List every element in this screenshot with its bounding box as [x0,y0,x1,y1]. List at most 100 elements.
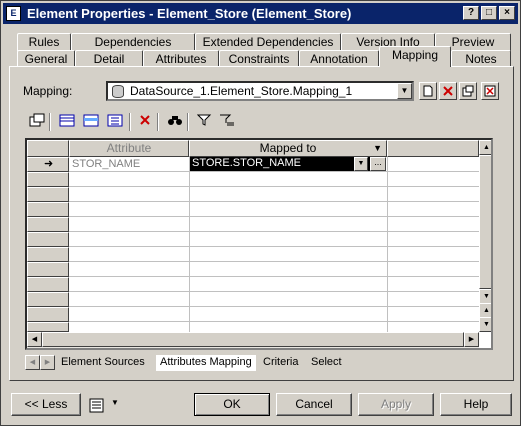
grid-line [69,321,479,322]
maximize-button[interactable]: □ [481,6,497,20]
mapped-to-cell: STORE.STOR_NAME [192,157,302,169]
grid-line [69,306,479,307]
title-bar[interactable]: E Element Properties - Element_Store (El… [3,3,518,24]
cancel-button[interactable]: Cancel [276,393,352,416]
properties-icon [462,85,474,97]
mapped-to-cell-editor[interactable]: STORE.STOR_NAME ▼ ... [190,157,386,171]
apply-button[interactable]: Apply [358,393,434,416]
toolbar-separator [49,113,51,131]
add-attributes-button[interactable] [105,113,125,131]
row-header[interactable] [27,172,69,187]
grid-line [69,246,479,247]
clear-filter-button[interactable] [217,113,237,131]
subtab-strip: ◀ ▶ Element Sources Attributes Mapping C… [25,355,493,371]
mapping-wizard-icon [484,85,496,97]
grid-line [69,216,479,217]
scroll-up-icon[interactable]: ▲ [479,140,491,155]
attribute-cell[interactable]: STOR_NAME [72,158,140,170]
subtab-scroll-left-icon[interactable]: ◀ [25,355,40,370]
binoculars-icon [168,116,182,125]
new-document-icon [423,85,433,97]
scroll-right-icon[interactable]: ▶ [464,332,479,347]
filter-button[interactable] [195,113,215,131]
delete-icon [140,115,150,125]
scroll-left-icon[interactable]: ◀ [27,332,42,347]
close-button[interactable]: × [499,6,515,20]
column-header-mapped-to[interactable]: Mapped to ▼ [189,140,387,157]
grid-corner [27,140,69,157]
scroll-down-disabled-icon: ▼ [479,317,491,332]
subtab-scroll-right-icon[interactable]: ▶ [40,355,55,370]
row-header[interactable] [27,292,69,307]
scroll-down-icon[interactable]: ▼ [479,289,491,304]
attributes-mapping-grid[interactable]: Attribute Mapped to ▼ ➜ STOR_NAME STORE.… [25,138,493,350]
insert-row-icon [83,114,99,127]
toolbar-separator [129,113,131,131]
list-menu-icon [89,398,104,413]
chevron-down-icon: ▼ [111,398,119,407]
properties-icon [29,113,45,127]
filter-icon [196,114,212,126]
help-button[interactable]: Help [440,393,512,416]
row-header[interactable] [27,232,69,247]
clear-filter-icon [220,114,234,126]
grid-line [69,291,479,292]
ellipsis-button[interactable]: ... [370,157,386,171]
column-header-empty [387,140,479,157]
column-header-mapped-to-label: Mapped to [259,141,317,155]
vertical-scrollbar[interactable]: ▲ ▼ ▲ ▼ [479,140,491,332]
chevron-down-icon[interactable]: ▼ [354,157,368,171]
grid-line [69,276,479,277]
menu-button[interactable]: ▼ [89,396,121,416]
add-row-button[interactable] [57,113,77,131]
element-properties-dialog: E Element Properties - Element_Store (El… [0,0,521,426]
column-header-attribute[interactable]: Attribute [69,140,189,157]
chevron-down-icon[interactable]: ▼ [397,83,412,99]
row-header[interactable] [27,307,69,322]
delete-icon [443,86,453,96]
grid-line [69,171,479,172]
scroll-thumb[interactable] [42,332,464,347]
mapping-properties-button[interactable] [459,82,477,100]
tab-extended-dependencies[interactable]: Extended Dependencies [195,33,341,51]
app-icon: E [6,6,21,21]
subtab-select[interactable]: Select [311,355,342,371]
insert-row-button[interactable] [81,113,101,131]
delete-row-button[interactable] [135,113,155,131]
row-header[interactable] [27,262,69,277]
scroll-down-disabled-icon: ▲ [479,303,491,318]
row-header[interactable] [27,187,69,202]
delete-mapping-button[interactable] [439,82,457,100]
ok-button[interactable]: OK [194,393,270,416]
sort-arrow-icon: ▼ [373,143,382,153]
subtab-element-sources[interactable]: Element Sources [61,355,145,371]
subtab-attributes-mapping[interactable]: Attributes Mapping [156,355,256,371]
row-header[interactable] [27,202,69,217]
subtab-criteria[interactable]: Criteria [263,355,298,371]
window-title: Element Properties - Element_Store (Elem… [27,6,352,21]
grid-line [69,201,479,202]
mapping-select[interactable]: DataSource_1.Element_Store.Mapping_1 ▼ [106,81,414,101]
tab-dependencies[interactable]: Dependencies [71,33,195,51]
row-header[interactable] [27,247,69,262]
scroll-thumb[interactable] [479,155,491,289]
row-header[interactable] [27,217,69,232]
grid-line [69,186,479,187]
horizontal-scrollbar[interactable]: ◀ ▶ [27,332,479,348]
row-header[interactable] [27,277,69,292]
row-header[interactable]: ➜ [27,157,69,172]
toolbar-separator [157,113,159,131]
tab-mapping[interactable]: Mapping [379,46,451,67]
grid-line [69,261,479,262]
new-mapping-button[interactable] [419,82,437,100]
tab-rules[interactable]: Rules [17,33,71,51]
add-row-icon [59,114,75,127]
properties-toolbar-button[interactable] [27,113,47,131]
current-row-arrow-icon: ➜ [44,158,54,170]
row-header[interactable] [27,322,69,332]
find-button[interactable] [165,113,185,131]
less-button[interactable]: << Less [11,393,81,416]
help-title-button[interactable]: ? [463,6,479,20]
mapping-select-value: DataSource_1.Element_Store.Mapping_1 [130,84,353,98]
mapping-wizard-button[interactable] [481,82,499,100]
